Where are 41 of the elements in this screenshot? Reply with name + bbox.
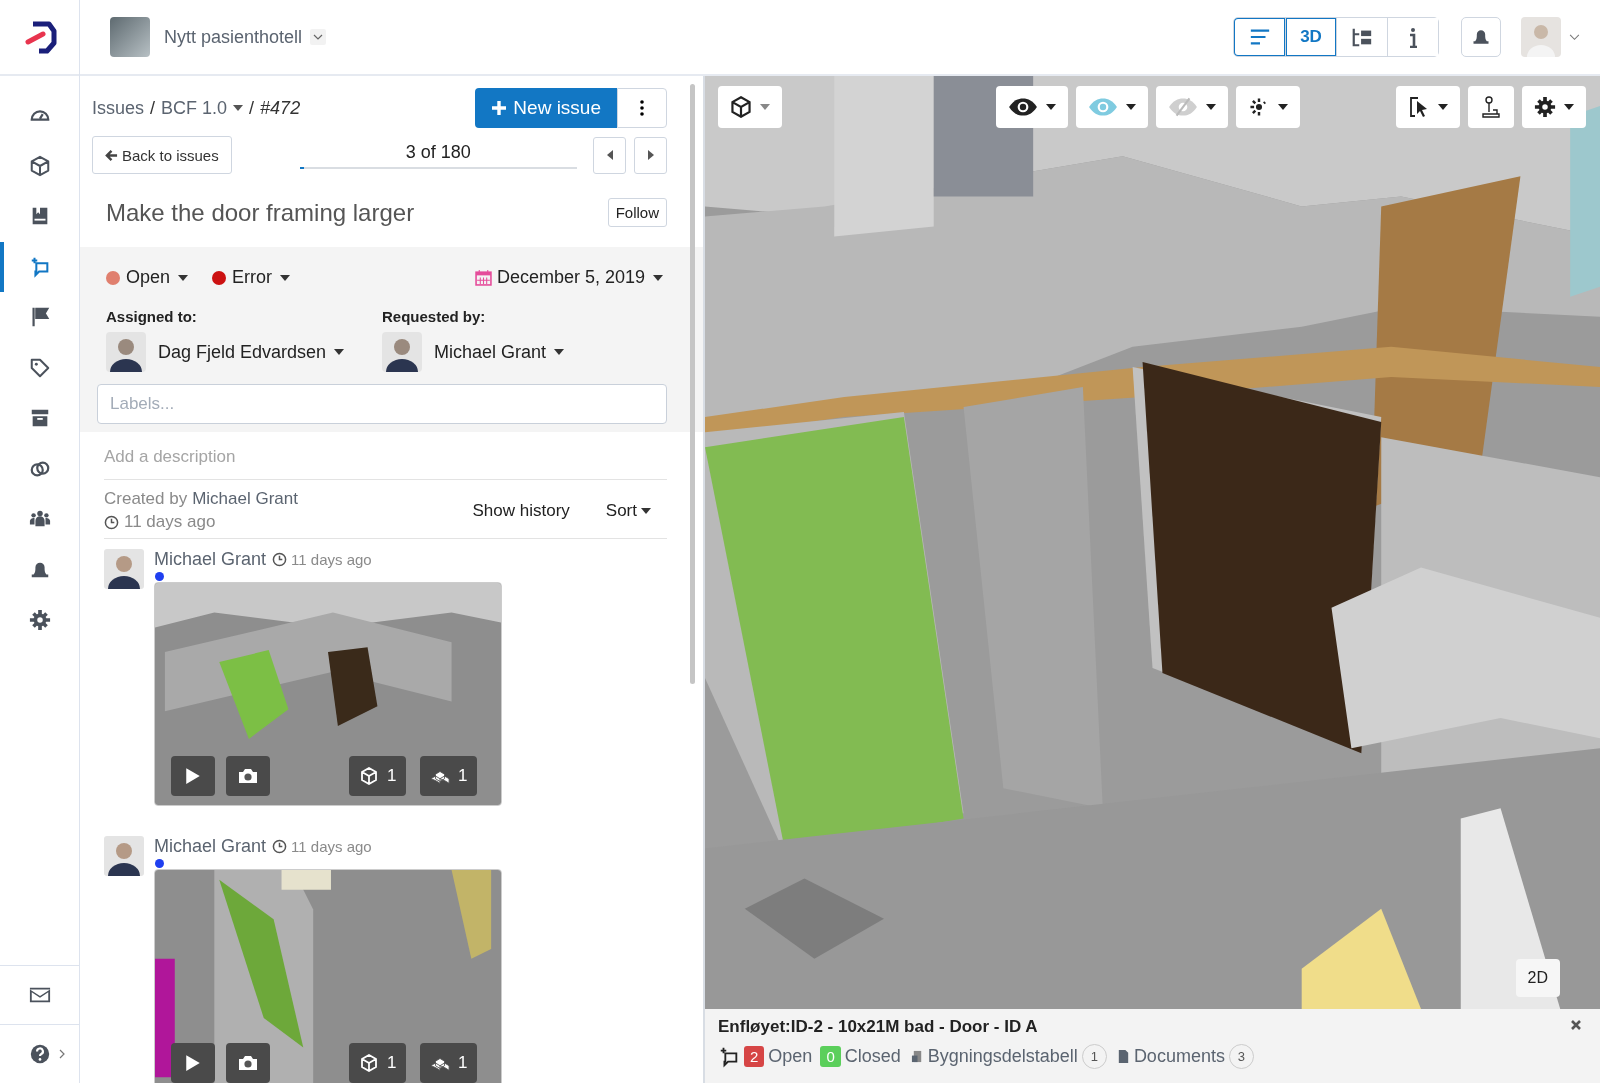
breadcrumb-link[interactable]: #472 — [260, 97, 301, 119]
comment-author[interactable]: Michael Grant — [154, 836, 267, 857]
person-dropdown[interactable]: Michael Grant — [434, 341, 565, 363]
new-issue-button[interactable]: New issue — [475, 88, 617, 128]
open-count: 2 — [744, 1046, 765, 1067]
person-dropdown[interactable]: Dag Fjeld Edvardsen — [158, 341, 345, 363]
selected-object-title: Enfløyet:ID-2 - 10x21M bad - Door - ID A — [718, 1017, 1038, 1036]
issue-title: Make the door framing larger — [106, 198, 415, 227]
sort-dropdown[interactable]: Sort — [605, 500, 667, 521]
view-mode-button[interactable]: 3D — [1285, 18, 1336, 56]
documents-link[interactable]: Documents — [1133, 1046, 1225, 1067]
2d-toggle-button[interactable]: 2D — [1515, 959, 1560, 997]
show-history-button[interactable]: Show history — [472, 500, 570, 521]
due-date-dropdown[interactable]: December 5, 2019 — [496, 267, 663, 288]
timestamp: 11 days ago — [291, 551, 372, 568]
models-count-button[interactable]: 1 — [349, 1043, 407, 1083]
project-name[interactable]: Nytt pasienthotell — [164, 26, 303, 48]
closed-label[interactable]: Closed — [844, 1046, 901, 1067]
breadcrumb-separator: / — [150, 97, 156, 119]
status-dropdown[interactable]: Error — [232, 267, 291, 288]
open-label[interactable]: Open — [768, 1046, 813, 1067]
role-label: Assigned to: — [106, 308, 198, 325]
objects-count-button[interactable]: 1 — [420, 1043, 478, 1083]
follow-button[interactable]: Follow — [607, 198, 667, 227]
status-dropdown[interactable]: Open — [126, 267, 189, 288]
breadcrumb-link[interactable]: BCF 1.0 — [161, 97, 244, 119]
created-label: Created by — [104, 489, 188, 509]
issue-position: 3 of 180 — [405, 141, 471, 163]
breadcrumb-link[interactable]: Issues — [92, 97, 145, 119]
table-link[interactable]: Bygningsdelstabell — [927, 1046, 1078, 1067]
timestamp: 11 days ago — [124, 512, 216, 532]
models-count-button[interactable]: 1 — [349, 756, 407, 796]
closed-count: 0 — [820, 1046, 841, 1067]
timestamp: 11 days ago — [291, 838, 372, 855]
objects-count-button[interactable]: 1 — [420, 756, 478, 796]
author-link[interactable]: Michael Grant — [192, 489, 298, 509]
role-label: Requested by: — [382, 308, 487, 325]
breadcrumb-separator: / — [249, 97, 255, 119]
back-button[interactable]: Back to issues — [92, 136, 232, 174]
labels-field[interactable]: Labels... — [97, 384, 667, 424]
comment-author[interactable]: Michael Grant — [154, 549, 267, 570]
